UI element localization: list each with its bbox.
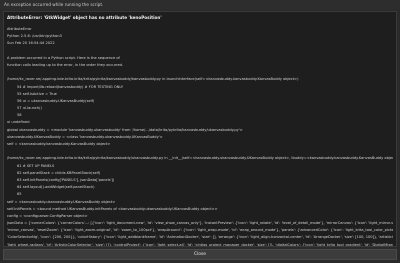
traceback-line: 58 xyxy=(17,113,22,118)
traceback-line: 64 self.layout().addWidget(self.panelSta… xyxy=(17,185,95,190)
traceback-line: Python 2.5.6: /usr/bin/python3 xyxy=(7,34,62,39)
traceback-line: self = <kanvasbuddy.kanvasbuddy.KanvasBu… xyxy=(7,142,111,146)
traceback-line: 55 self.isActive = True xyxy=(17,91,57,96)
traceback-line: A problem occurred in a Python script. H… xyxy=(7,55,120,60)
traceback-line: 57 ui.launch() xyxy=(17,106,42,111)
traceback-line: config = <configparser.ConfigParser obje… xyxy=(7,213,88,218)
traceback-line: 63 self.initPanels(config['PANELS'], jso… xyxy=(17,177,115,182)
traceback-line xyxy=(7,69,393,76)
traceback-line: ukanvasbuddy.UKanvasBuddy = <class 'kanv… xyxy=(7,134,163,139)
traceback-line xyxy=(7,148,393,155)
traceback-line: global ukanvasbuddy = <module 'kanvasbud… xyxy=(7,127,243,132)
traceback-line: function calls leading up to the error, … xyxy=(7,62,124,67)
traceback-line: self.initPanels = <bound method UKanvasB… xyxy=(7,206,218,211)
error-header: AttributeError: 'GtkWidget' object has n… xyxy=(7,15,162,20)
traceback-line: 61 # SET UP PANELS xyxy=(17,163,55,168)
traceback-line: 65 xyxy=(17,192,22,197)
traceback-line: /home/kc_rover.ne/.appimg.kde.krita.krit… xyxy=(7,77,299,82)
traceback-line: ui undefined xyxy=(7,120,30,125)
traceback-line: 56 ui = ukanvasbuddy.UKanvasBuddy(self) xyxy=(17,98,95,103)
traceback-line: jsonData = {'cornerColors': {'cornerColo… xyxy=(7,221,393,226)
traceback-line: 62 self.panelStack = childs.KBPanelStack… xyxy=(17,170,101,175)
error-dialog: An exception occurred while running the … xyxy=(0,0,400,263)
traceback-line xyxy=(7,48,393,55)
traceback-line: 54 # import/lib.reload(kanvasbuddy) # FO… xyxy=(17,84,124,89)
button-bar: Close xyxy=(3,249,397,261)
traceback-line: 'ColorSelectorNg', 'icon': {200, 200}}, … xyxy=(7,235,393,240)
traceback-line: 'mirror_canvas', 'resetZoom': {'icon': '… xyxy=(7,228,393,233)
traceback-line: AttributeError xyxy=(7,27,32,31)
dialog-title: An exception occurred while running the … xyxy=(0,0,400,10)
traceback-line: 'light_wheel-radians', 'id': 'ArtisticCo… xyxy=(7,242,393,247)
traceback-line: self = <kanvasbuddy.ukanvasbuddy.UKanvas… xyxy=(7,199,116,204)
traceback-line: /home/kc_rover.ne/.appimg.kde.krita.krit… xyxy=(7,156,393,161)
traceback-text: AttributeError Python 2.5.6: /usr/bin/pyt… xyxy=(7,26,393,247)
traceback-panel[interactable]: AttributeError: 'GtkWidget' object has n… xyxy=(3,11,397,247)
close-button[interactable]: Close xyxy=(3,249,397,260)
traceback-line: Sun Feb 20 16:54:44 2022 xyxy=(7,41,55,46)
